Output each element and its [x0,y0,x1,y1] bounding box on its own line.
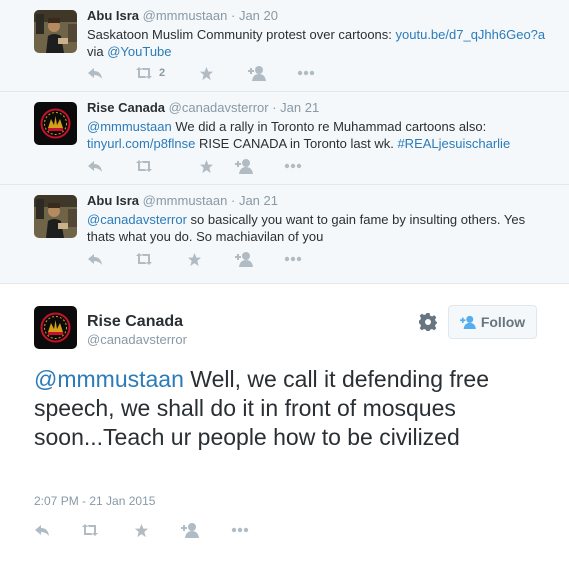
tweet-actions [87,251,347,267]
reply-icon [88,254,102,265]
tweet-header: Abu Isra @mmmustaan · Jan 20 [87,8,278,23]
retweet-button[interactable] [135,251,153,267]
tweet-fullname[interactable]: Abu Isra [87,8,139,23]
follow-button-label: Follow [480,314,526,330]
conversation-thread: Abu Isra @mmmustaan · Jan 20 Saskatoon M… [0,0,569,283]
more-button[interactable] [284,158,302,174]
tweet-username[interactable]: @mmmustaan [143,8,228,23]
tweet-username[interactable]: @canadavsterror [87,332,187,347]
tweet-actions: 2 [87,65,347,81]
tweet-text-part: via [87,44,108,59]
tweet-hashtag[interactable]: #REALjesuischarlie [397,136,510,151]
retweet-icon [136,253,152,265]
more-icon [284,163,302,169]
tweet-fullname[interactable]: Rise Canada [87,313,183,331]
tweet-mention[interactable]: @YouTube [107,44,171,59]
more-button[interactable] [284,251,302,267]
tweet-mention[interactable]: @canadavsterror [87,212,187,227]
more-icon [284,256,302,262]
reply-button[interactable] [87,251,103,267]
follow-user-icon [459,315,476,329]
tweet-timestamp[interactable]: Jan 21 [280,100,319,115]
thread-tweet-3[interactable]: Abu Isra @mmmustaan · Jan 21 @canadavste… [0,185,569,283]
more-icon [231,527,249,533]
retweet-button[interactable] [135,158,153,174]
retweet-count: 2 [159,67,166,79]
follow-user-button[interactable] [248,65,266,81]
retweet-button[interactable]: 2 [135,65,165,81]
more-icon [297,70,315,76]
tweet-mention[interactable]: @mmmustaan [87,119,172,134]
tweet-date[interactable]: 2:07 PM - 21 Jan 2015 [34,494,155,508]
tweet-fullname[interactable]: Rise Canada [87,100,165,115]
gear-icon [419,313,437,331]
tweet-text: @canadavsterror so basically you want to… [87,211,557,245]
reply-icon [88,68,102,79]
follow-button[interactable]: Follow [448,305,537,339]
tweet-username[interactable]: @canadavsterror [169,100,269,115]
tweet-time-separator: · [272,100,277,115]
reply-button[interactable] [87,65,103,81]
tweet-text-part: RISE CANADA in Toronto last wk. [195,136,398,151]
follow-user-button[interactable] [181,522,199,538]
favorite-button[interactable] [199,65,214,81]
tweet-text-part: Saskatoon Muslim Community protest over … [87,27,396,42]
tweet-header: Rise Canada @canadavsterror · Jan 21 [87,100,319,115]
reply-button[interactable] [34,522,50,538]
more-button[interactable] [231,522,249,538]
favorite-icon [187,252,202,266]
tweet-link[interactable]: youtu.be/d7_qJhh6Geo?a [396,27,546,42]
thread-tweet-2[interactable]: Rise Canada @canadavsterror · Jan 21 @mm… [0,92,569,185]
favorite-button[interactable] [187,251,202,267]
follow-user-icon [248,66,266,81]
tweet-text-part: thats what you do. So machiavilan of you [87,229,324,244]
favorite-icon [134,523,149,537]
thread-tweet-1[interactable]: Abu Isra @mmmustaan · Jan 20 Saskatoon M… [0,0,569,92]
gear-button[interactable] [419,313,437,331]
tweet-mention[interactable]: @mmmustaan [34,366,184,392]
tweet-timestamp[interactable]: Jan 20 [239,8,278,23]
tweet-header: Abu Isra @mmmustaan · Jan 21 [87,193,278,208]
favorite-icon [199,66,214,80]
follow-user-icon [181,523,199,538]
follow-user-icon [235,159,253,174]
follow-user-button[interactable] [235,251,253,267]
more-button[interactable] [297,65,315,81]
tweet-actions [87,158,347,174]
favorite-button[interactable] [199,158,214,174]
follow-user-button[interactable] [235,158,253,174]
retweet-icon [82,524,98,536]
retweet-icon [136,67,152,79]
avatar-rise-canada[interactable] [34,102,77,145]
follow-user-icon [235,252,253,267]
retweet-icon [136,160,152,172]
tweet-text: @mmmustaan We did a rally in Toronto re … [87,118,557,152]
reply-icon [88,161,102,172]
avatar-rise-canada[interactable] [34,306,77,349]
tweet-timestamp[interactable]: Jan 21 [239,193,278,208]
tweet-username[interactable]: @mmmustaan [143,193,228,208]
retweet-button[interactable] [81,522,99,538]
tweet-text-part: We did a rally in Toronto re Muhammad ca… [171,119,487,134]
tweet-text: Saskatoon Muslim Community protest over … [87,26,557,60]
avatar-abu-isra[interactable] [34,195,77,238]
favorite-icon [199,159,214,173]
tweet-link[interactable]: tinyurl.com/p8flnse [87,136,195,151]
tweet-text: @mmmustaan Well, we call it defending fr… [34,365,544,452]
reply-button[interactable] [87,158,103,174]
tweet-text-part: so basically you want to gain fame by in… [186,212,526,227]
tweet-actions [34,522,294,538]
favorite-button[interactable] [134,522,149,538]
tweet-fullname[interactable]: Abu Isra [87,193,139,208]
permalink-tweet: Rise Canada @canadavsterror Follow @mmmu… [0,283,569,563]
tweet-time-separator: · [230,193,236,208]
reply-icon [35,525,49,536]
avatar-abu-isra[interactable] [34,10,77,53]
tweet-time-separator: · [230,8,236,23]
